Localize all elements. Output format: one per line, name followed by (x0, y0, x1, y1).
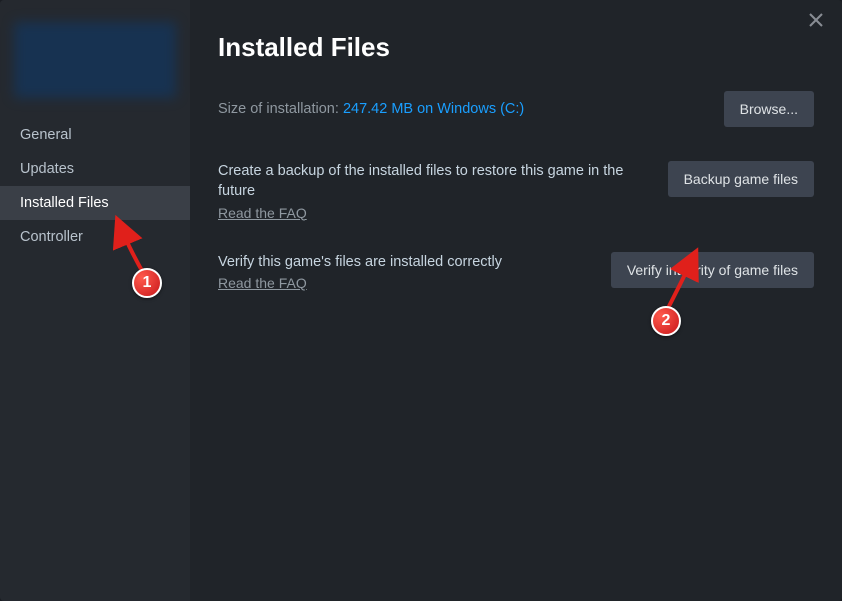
backup-faq-link[interactable]: Read the FAQ (218, 204, 307, 224)
game-thumbnail (14, 22, 176, 98)
install-size-label: Size of installation: (218, 101, 343, 117)
verify-text: Verify this game's files are installed c… (218, 252, 502, 295)
verify-section: Verify this game's files are installed c… (218, 252, 814, 295)
backup-button[interactable]: Backup game files (668, 161, 814, 197)
close-icon (808, 12, 824, 28)
install-size-row: Size of installation: 247.42 MB on Windo… (218, 91, 814, 127)
close-button[interactable] (808, 12, 828, 32)
install-size-text: Size of installation: 247.42 MB on Windo… (218, 101, 524, 117)
page-title: Installed Files (218, 32, 814, 63)
verify-button[interactable]: Verify integrity of game files (611, 252, 814, 288)
sidebar-item-controller[interactable]: Controller (0, 220, 190, 254)
properties-window: General Updates Installed Files Controll… (0, 0, 842, 601)
sidebar-item-installed-files[interactable]: Installed Files (0, 186, 190, 220)
sidebar: General Updates Installed Files Controll… (0, 0, 190, 601)
backup-section: Create a backup of the installed files t… (218, 161, 814, 224)
verify-desc: Verify this game's files are installed c… (218, 252, 502, 272)
main-panel: Installed Files Size of installation: 24… (190, 0, 842, 601)
sidebar-item-general[interactable]: General (0, 118, 190, 152)
backup-desc: Create a backup of the installed files t… (218, 161, 648, 202)
verify-faq-link[interactable]: Read the FAQ (218, 274, 307, 294)
backup-text: Create a backup of the installed files t… (218, 161, 648, 224)
install-size-value: 247.42 MB on Windows (C:) (343, 101, 524, 117)
browse-button[interactable]: Browse... (724, 91, 814, 127)
sidebar-item-updates[interactable]: Updates (0, 152, 190, 186)
